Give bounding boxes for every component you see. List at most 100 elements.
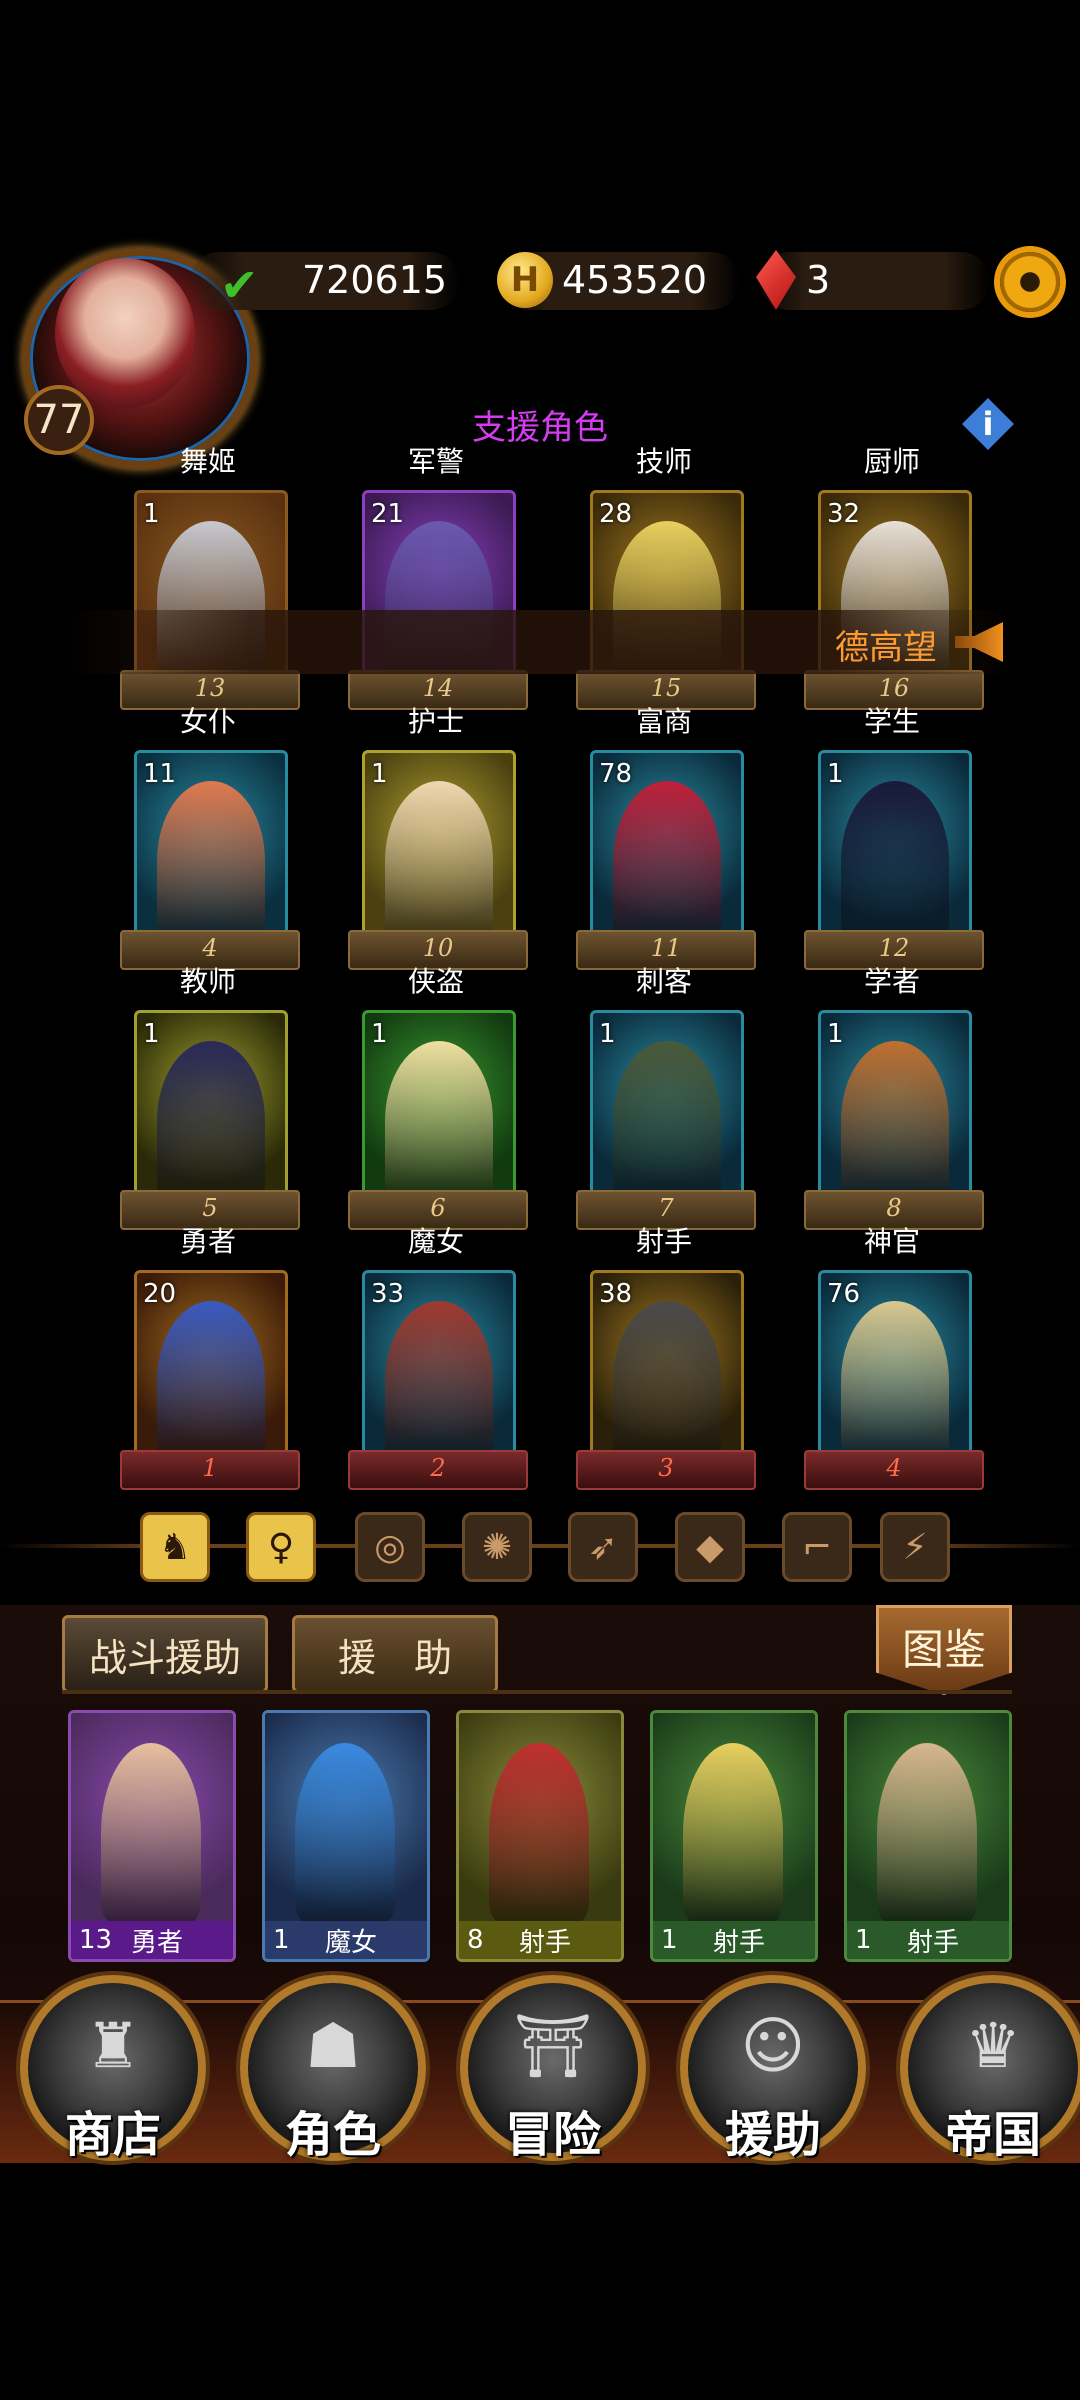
nav-label: 商店	[64, 2107, 161, 2163]
settings-gear-icon[interactable]	[1000, 252, 1060, 312]
character-portrait[interactable]: 20	[134, 1270, 288, 1464]
character-level: 1	[599, 1019, 616, 1049]
hero-class: 射手	[713, 1927, 766, 1958]
character-pedestal: 4	[804, 1450, 984, 1490]
hero-count: 1	[273, 1925, 290, 1955]
character-portrait[interactable]: 1	[362, 750, 516, 944]
woman-icon[interactable]: ♀	[246, 1512, 316, 1582]
character-level: 1	[143, 499, 160, 529]
claw-icon[interactable]: ⚡	[880, 1512, 950, 1582]
tab-support[interactable]: 援 助	[292, 1615, 498, 1693]
character-portrait[interactable]: 1	[818, 1010, 972, 1204]
support-hero-card[interactable]: 1 魔女	[262, 1710, 430, 1962]
hero-card-footer: 1 射手	[653, 1921, 815, 1959]
nav-label: 角色	[284, 2107, 381, 2163]
character-portrait[interactable]: 1	[818, 750, 972, 944]
hero-class: 射手	[519, 1927, 572, 1958]
character-art	[157, 1301, 265, 1461]
character-level: 21	[371, 499, 405, 529]
character-art	[841, 781, 949, 941]
character-index: 11	[650, 934, 682, 962]
character-portrait[interactable]: 38	[590, 1270, 744, 1464]
character-level: 28	[599, 499, 633, 529]
hero-art	[877, 1743, 977, 1923]
hero-art	[295, 1743, 395, 1923]
support-hero-card[interactable]: 1 射手	[844, 1710, 1012, 1962]
character-name: 军警	[407, 445, 464, 478]
character-level: 78	[599, 759, 633, 789]
hero-card-footer: 8 射手	[459, 1921, 621, 1959]
support-hero-card[interactable]: 1 射手	[650, 1710, 818, 1962]
portal-icon: ⛩	[513, 2009, 593, 2082]
character-art	[385, 1301, 493, 1461]
character-index: 13	[194, 674, 226, 702]
character-portrait[interactable]: 76	[818, 1270, 972, 1464]
crown-icon: ♛	[965, 2009, 1021, 2082]
bow-icon[interactable]: ➶	[568, 1512, 638, 1582]
character-index: 5	[202, 1194, 218, 1222]
boot-icon[interactable]: ⌐	[782, 1512, 852, 1582]
character-index: 2	[430, 1454, 446, 1482]
character-level: 1	[371, 759, 388, 789]
character-name: 学生	[863, 705, 920, 738]
character-level: 20	[143, 1279, 177, 1309]
character-level: 1	[371, 1019, 388, 1049]
character-art	[841, 1301, 949, 1461]
nav-label: 帝国	[944, 2107, 1041, 2163]
hero-art	[683, 1743, 783, 1923]
player-avatar[interactable]	[55, 258, 195, 408]
nav-label: 援助	[724, 2107, 821, 2163]
hero-class: 勇者	[131, 1927, 184, 1958]
experience-value: 720615	[302, 258, 448, 302]
target-icon[interactable]: ◎	[355, 1512, 425, 1582]
hero-count: 13	[79, 1925, 113, 1955]
hero-class: 射手	[907, 1927, 960, 1958]
character-art	[841, 1041, 949, 1201]
character-index: 7	[658, 1194, 674, 1222]
character-level: 38	[599, 1279, 633, 1309]
character-art	[613, 1301, 721, 1461]
character-art	[385, 1041, 493, 1201]
character-level: 76	[827, 1279, 861, 1309]
character-art	[385, 781, 493, 941]
character-index: 4	[202, 934, 218, 962]
wheel-icon[interactable]: ✺	[462, 1512, 532, 1582]
character-art	[613, 781, 721, 941]
beast-icon[interactable]: ♞	[140, 1512, 210, 1582]
character-name: 神官	[863, 1225, 920, 1258]
support-hero-card[interactable]: 8 射手	[456, 1710, 624, 1962]
diamond-icon[interactable]: ◆	[675, 1512, 745, 1582]
hero-art	[101, 1743, 201, 1923]
character-portrait[interactable]: 1	[134, 1010, 288, 1204]
character-portrait[interactable]: 33	[362, 1270, 516, 1464]
character-portrait[interactable]: 1	[362, 1010, 516, 1204]
character-name: 教师	[179, 965, 236, 998]
character-index: 3	[658, 1454, 674, 1482]
character-index: 6	[430, 1194, 446, 1222]
character-index: 10	[422, 934, 454, 962]
character-pedestal: 3	[576, 1450, 756, 1490]
hero-card-footer: 13 勇者	[71, 1921, 233, 1959]
character-portrait[interactable]: 78	[590, 750, 744, 944]
character-level: 1	[143, 1019, 160, 1049]
tab-battle-support[interactable]: 战斗援助	[62, 1615, 268, 1693]
character-name: 学者	[863, 965, 920, 998]
character-art	[613, 1041, 721, 1201]
announcement-text: 德高望	[835, 628, 937, 668]
character-level: 11	[143, 759, 177, 789]
girl-icon: ☺	[740, 2009, 806, 2082]
support-hero-card[interactable]: 13 勇者	[68, 1710, 236, 1962]
character-portrait[interactable]: 1	[590, 1010, 744, 1204]
character-art	[157, 1041, 265, 1201]
character-name: 勇者	[179, 1225, 236, 1258]
hero-card-footer: 1 射手	[847, 1921, 1009, 1959]
character-portrait[interactable]: 11	[134, 750, 288, 944]
hero-count: 1	[661, 1925, 678, 1955]
character-name: 射手	[635, 1225, 692, 1258]
panel-divider	[62, 1690, 1012, 1694]
character-index: 15	[650, 674, 682, 702]
nav-label: 冒险	[504, 2107, 601, 2163]
character-name: 侠盗	[407, 965, 464, 998]
gold-value: 453520	[562, 258, 708, 302]
character-name: 女仆	[179, 705, 236, 738]
